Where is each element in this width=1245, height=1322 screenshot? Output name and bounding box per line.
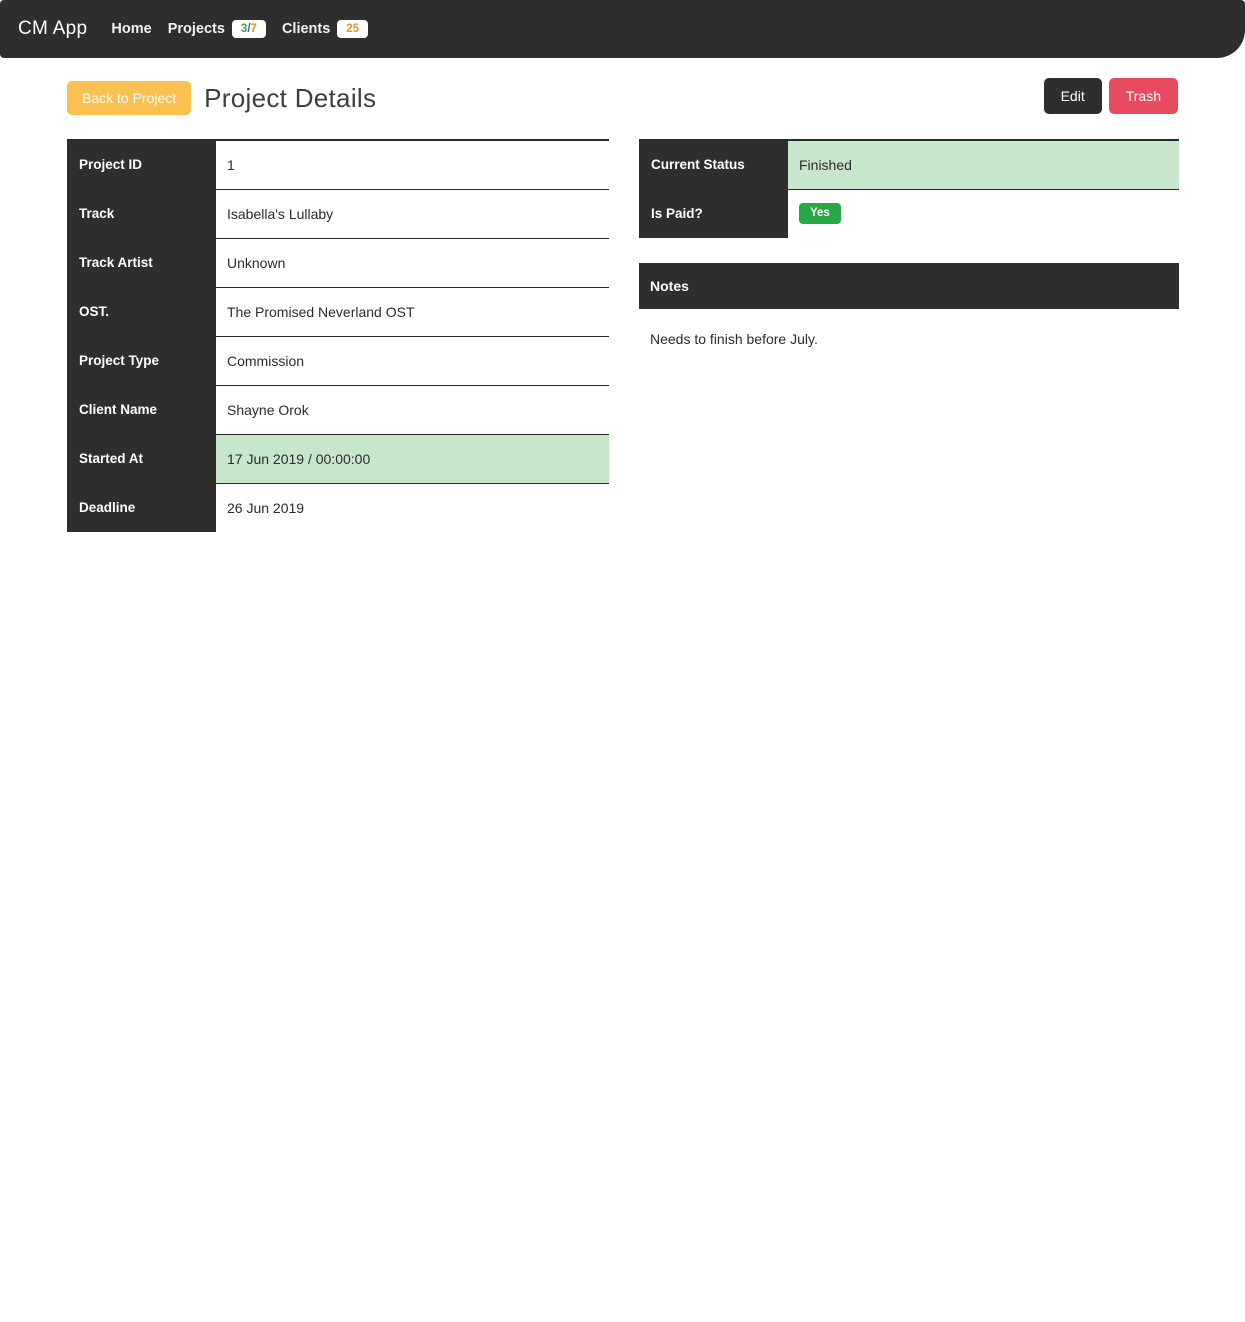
brand-logo[interactable]: CM App — [18, 18, 87, 40]
row-label-current-status: Current Status — [639, 139, 788, 189]
nav-item-clients[interactable]: Clients 25 — [281, 19, 369, 39]
row-value-started-at: 17 Jun 2019 / 00:00:00 — [216, 433, 609, 483]
main-content: Project ID 1 Track Isabella's Lullaby Tr… — [0, 139, 1245, 532]
page-title: Project Details — [204, 83, 377, 113]
nav-links: Home Projects 3/7 Clients 25 — [111, 19, 369, 39]
nav-item-home-label: Home — [111, 20, 152, 37]
row-value-current-status: Finished — [788, 139, 1179, 189]
table-row: Track Artist Unknown — [67, 237, 609, 287]
row-label-deadline: Deadline — [67, 482, 216, 532]
project-details-column: Project ID 1 Track Isabella's Lullaby Tr… — [67, 139, 609, 532]
table-row: Current Status Finished — [639, 139, 1179, 189]
nav-item-home[interactable]: Home — [111, 21, 151, 37]
row-value-deadline: 26 Jun 2019 — [216, 482, 609, 532]
edit-button[interactable]: Edit — [1043, 78, 1102, 114]
row-label-is-paid: Is Paid? — [639, 188, 788, 238]
table-row: OST. The Promised Neverland OST — [67, 286, 609, 336]
row-label-project-type: Project Type — [67, 335, 216, 385]
row-label-started-at: Started At — [67, 433, 216, 483]
is-paid-badge: Yes — [799, 203, 841, 225]
row-value-project-type: Commission — [216, 335, 609, 385]
row-value-ost: The Promised Neverland OST — [216, 286, 609, 336]
table-row: Client Name Shayne Orok — [67, 384, 609, 434]
top-navbar: CM App Home Projects 3/7 Clients 25 — [0, 0, 1245, 58]
row-value-is-paid: Yes — [788, 188, 1179, 238]
row-label-ost: OST. — [67, 286, 216, 336]
notes-panel-header: Notes — [639, 263, 1179, 309]
nav-item-clients-label: Clients — [281, 20, 331, 37]
clients-count-badge: 25 — [337, 19, 369, 39]
status-notes-column: Current Status Finished Is Paid? Yes Not… — [639, 139, 1179, 347]
project-details-table: Project ID 1 Track Isabella's Lullaby Tr… — [67, 139, 609, 532]
table-row: Project Type Commission — [67, 335, 609, 385]
row-value-project-id: 1 — [216, 139, 609, 189]
table-row: Started At 17 Jun 2019 / 00:00:00 — [67, 433, 609, 483]
status-table: Current Status Finished Is Paid? Yes — [639, 139, 1179, 238]
header-actions: Edit Trash — [1043, 78, 1178, 114]
table-row: Is Paid? Yes — [639, 188, 1179, 238]
row-value-client-name: Shayne Orok — [216, 384, 609, 434]
notes-panel: Notes Needs to finish before July. — [639, 263, 1179, 347]
nav-item-projects-label: Projects — [167, 20, 225, 37]
table-row: Track Isabella's Lullaby — [67, 188, 609, 238]
row-value-track: Isabella's Lullaby — [216, 188, 609, 238]
row-label-track: Track — [67, 188, 216, 238]
notes-panel-body: Needs to finish before July. — [650, 331, 818, 347]
projects-count-badge: 3/7 — [231, 19, 266, 39]
row-value-track-artist: Unknown — [216, 237, 609, 287]
row-label-track-artist: Track Artist — [67, 237, 216, 287]
table-row: Deadline 26 Jun 2019 — [67, 482, 609, 532]
row-label-project-id: Project ID — [67, 139, 216, 189]
trash-button[interactable]: Trash — [1108, 78, 1178, 114]
back-to-project-button[interactable]: Back to Project — [67, 81, 192, 115]
row-label-client-name: Client Name — [67, 384, 216, 434]
table-row: Project ID 1 — [67, 139, 609, 189]
projects-count-total: 7 — [250, 22, 257, 35]
nav-item-projects[interactable]: Projects 3/7 — [167, 19, 266, 39]
